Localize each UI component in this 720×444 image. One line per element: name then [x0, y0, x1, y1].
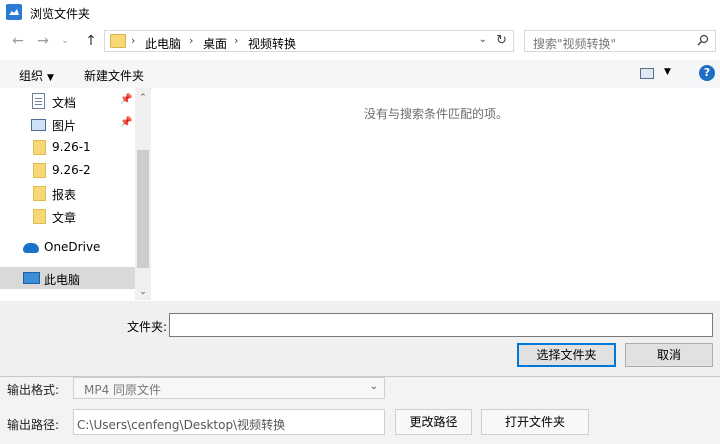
caret-down-icon: ▼ [47, 73, 54, 83]
nav-item-folder-reports[interactable]: 报表 [0, 182, 135, 204]
command-toolbar: 组织 ▼ 新建文件夹 ▼ ? [0, 60, 720, 89]
organize-menu[interactable]: 组织 ▼ [19, 67, 54, 84]
output-path-field[interactable]: C:\Users\cenfeng\Desktop\视频转换 [73, 409, 385, 435]
back-arrow-icon[interactable]: ← [10, 33, 26, 49]
nav-item-folder-9-26-1[interactable]: 9.26-1 [0, 136, 135, 158]
view-dropdown-icon[interactable]: ▼ [664, 67, 671, 77]
search-icon [697, 34, 709, 46]
onedrive-icon [23, 243, 39, 253]
output-format-label: 输出格式: [7, 383, 60, 397]
nav-item-label: 文档 [52, 96, 77, 110]
scroll-up-icon[interactable]: ⌃ [135, 90, 151, 106]
scrollbar-thumb[interactable] [137, 150, 149, 268]
file-list-area[interactable]: 没有与搜索条件匹配的项。 [152, 88, 720, 300]
folder-icon [33, 140, 46, 155]
browse-folder-dialog: 浏览文件夹 ← → ⌄ ↑ › 此电脑 › 桌面 › 视频转换 ⌄ ↻ 搜索"视… [0, 0, 720, 377]
nav-item-label: 报表 [52, 188, 77, 202]
search-box[interactable]: 搜索"视频转换" [524, 30, 716, 52]
output-format-value: MP4 同原文件 [84, 383, 162, 397]
output-path-label: 输出路径: [7, 418, 60, 432]
breadcrumb-separator-icon[interactable]: › [234, 34, 238, 47]
help-icon[interactable]: ? [699, 65, 715, 81]
nav-item-documents[interactable]: 文档 📌 [0, 90, 135, 112]
dialog-footer: 文件夹: 选择文件夹 取消 [0, 301, 720, 376]
nav-item-label: 9.26-1 [52, 140, 91, 154]
title-bar: 浏览文件夹 [0, 0, 720, 24]
nav-item-label: 图片 [52, 119, 77, 133]
app-output-settings: 输出格式: MP4 同原文件 ⌄ 输出路径: C:\Users\cenfeng\… [0, 377, 720, 444]
up-arrow-icon[interactable]: ↑ [83, 33, 99, 49]
folder-label: 文件夹: [127, 320, 168, 334]
nav-item-label: 文章 [52, 211, 77, 225]
folder-icon [33, 186, 46, 201]
breadcrumb-this-pc[interactable]: 此电脑 [145, 35, 181, 52]
navigation-pane: 文档 📌 图片 📌 9.26-1 9.26-2 报表 文章 OneDrive 此… [0, 88, 151, 300]
nav-item-pictures[interactable]: 图片 📌 [0, 113, 135, 135]
new-folder-button[interactable]: 新建文件夹 [84, 67, 144, 84]
organize-label: 组织 [19, 69, 44, 83]
scroll-down-icon[interactable]: ⌄ [135, 284, 151, 300]
output-format-select[interactable]: MP4 同原文件 ⌄ [73, 377, 385, 399]
nav-item-onedrive[interactable]: OneDrive [0, 236, 135, 258]
empty-message: 没有与搜索条件匹配的项。 [363, 107, 508, 121]
breadcrumb-separator-icon[interactable]: › [131, 34, 135, 47]
nav-item-label: 9.26-2 [52, 163, 91, 177]
document-icon [32, 93, 45, 109]
refresh-icon[interactable]: ↻ [496, 33, 507, 48]
recent-locations-chevron-icon[interactable]: ⌄ [57, 33, 73, 49]
folder-icon [110, 34, 126, 48]
nav-pane-scrollbar[interactable]: ⌃ ⌄ [135, 88, 151, 300]
folder-icon [33, 163, 46, 178]
forward-arrow-icon[interactable]: → [35, 33, 51, 49]
nav-item-folder-9-26-2[interactable]: 9.26-2 [0, 159, 135, 181]
nav-item-label: 此电脑 [44, 273, 81, 287]
pictures-icon [31, 119, 46, 131]
dialog-title: 浏览文件夹 [30, 7, 91, 21]
breadcrumb-video-convert[interactable]: 视频转换 [248, 35, 296, 52]
app-icon [6, 4, 22, 20]
navigation-bar: ← → ⌄ ↑ › 此电脑 › 桌面 › 视频转换 ⌄ ↻ 搜索"视频转换" [0, 26, 720, 56]
address-bar[interactable]: › 此电脑 › 桌面 › 视频转换 ⌄ ↻ [104, 30, 514, 52]
nav-item-label: OneDrive [44, 240, 101, 254]
select-folder-button[interactable]: 选择文件夹 [517, 343, 616, 367]
nav-item-this-pc[interactable]: 此电脑 [0, 267, 135, 289]
folder-name-input[interactable] [169, 313, 713, 337]
open-folder-button[interactable]: 打开文件夹 [481, 409, 589, 435]
chevron-down-icon: ⌄ [369, 381, 378, 392]
view-options-icon[interactable] [640, 68, 654, 79]
breadcrumb-separator-icon[interactable]: › [189, 34, 193, 47]
computer-icon [23, 272, 40, 284]
pin-icon: 📌 [120, 94, 133, 105]
pin-icon: 📌 [120, 117, 133, 128]
change-path-button[interactable]: 更改路径 [395, 409, 472, 435]
cancel-button[interactable]: 取消 [625, 343, 713, 367]
address-dropdown-icon[interactable]: ⌄ [479, 34, 487, 45]
output-path-value: C:\Users\cenfeng\Desktop\视频转换 [77, 418, 286, 432]
nav-item-folder-articles[interactable]: 文章 [0, 205, 135, 227]
folder-icon [33, 209, 46, 224]
breadcrumb-desktop[interactable]: 桌面 [203, 35, 227, 52]
search-placeholder: 搜索"视频转换" [533, 37, 617, 51]
